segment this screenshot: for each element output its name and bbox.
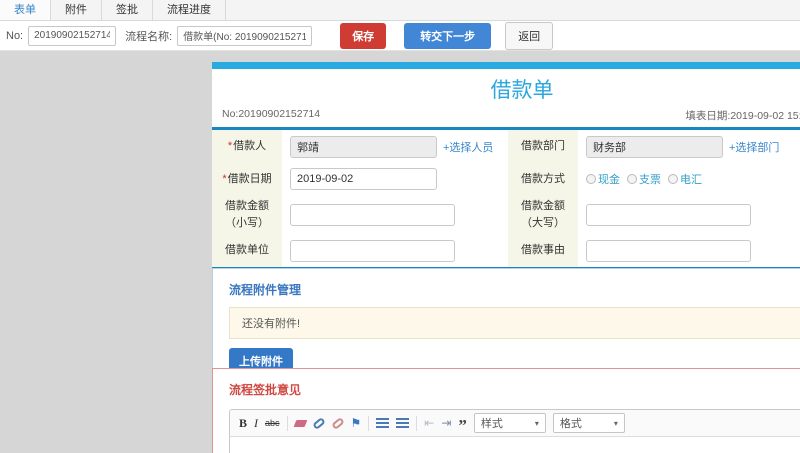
- loan-unit-input[interactable]: [290, 239, 455, 262]
- tab-approval[interactable]: 签批: [102, 0, 153, 20]
- approval-section-title: 流程签批意见: [229, 383, 302, 397]
- department-input[interactable]: [586, 135, 723, 158]
- loan-reason-label: 借款事由: [508, 234, 578, 267]
- editor-toolbar: B I abc ⚑ ⇤ ⇥ ” 样式 ▾ 格式 ▾: [230, 410, 800, 437]
- bulleted-list-icon[interactable]: [396, 417, 410, 429]
- loan-unit-label: 借款单位: [212, 234, 282, 267]
- form-grid: *借款人 +选择人员 借款部门 +选择部门 *借款日期 借款方式: [212, 130, 800, 267]
- loan-form-panel: 借款单 No:20190902152714 填表日期:2019-09-02 15…: [212, 62, 800, 271]
- form-title: 借款单: [490, 79, 554, 102]
- no-attachments-alert: 还没有附件!: [229, 307, 800, 339]
- no-input[interactable]: [28, 25, 117, 46]
- chevron-down-icon: ▾: [534, 418, 539, 428]
- decrease-indent-icon[interactable]: ⇤: [424, 416, 434, 430]
- department-label: 借款部门: [508, 130, 578, 163]
- radio-button-icon[interactable]: [627, 174, 637, 184]
- toolbar-separator: [416, 415, 418, 431]
- styles-dropdown[interactable]: 样式 ▾: [473, 413, 546, 433]
- radio-button-icon[interactable]: [668, 174, 678, 184]
- save-button[interactable]: 保存: [340, 22, 387, 49]
- rich-text-editor: B I abc ⚑ ⇤ ⇥ ” 样式 ▾ 格式 ▾: [229, 409, 800, 453]
- attachments-section-title: 流程附件管理: [229, 283, 302, 297]
- unlink-icon[interactable]: [330, 416, 345, 430]
- borrower-input[interactable]: [290, 135, 437, 158]
- increase-indent-icon[interactable]: ⇥: [441, 416, 451, 430]
- approval-panel: 流程签批意见 B I abc ⚑ ⇤ ⇥ ” 样式 ▾ 格式 ▾: [212, 368, 800, 453]
- page-background: 借款单 No:20190902152714 填表日期:2019-09-02 15…: [0, 51, 800, 453]
- strikethrough-icon[interactable]: abc: [265, 418, 280, 428]
- radio-cheque[interactable]: 支票: [627, 171, 661, 187]
- amount-uppercase-input[interactable]: [586, 203, 751, 226]
- anchor-flag-icon[interactable]: ⚑: [351, 416, 362, 430]
- italic-icon[interactable]: I: [254, 416, 258, 431]
- toolbar-separator: [368, 415, 370, 431]
- select-person-link[interactable]: +选择人员: [443, 139, 493, 155]
- loan-reason-input[interactable]: [586, 239, 751, 262]
- amount-lowercase-label: 借款金额（小写）: [212, 195, 282, 234]
- loan-method-radio-group: 现金 支票 电汇: [586, 171, 702, 187]
- format-dropdown[interactable]: 格式 ▾: [552, 413, 625, 433]
- no-label: No:: [6, 29, 24, 42]
- radio-wire-transfer[interactable]: 电汇: [668, 171, 702, 187]
- tab-progress[interactable]: 流程进度: [153, 0, 226, 20]
- tab-form[interactable]: 表单: [0, 0, 51, 20]
- toolbar-separator: [286, 415, 288, 431]
- form-no-text: No:20190902152714: [222, 108, 321, 120]
- form-date-text: 填表日期:2019-09-02 15:27:1: [685, 110, 800, 122]
- action-bar: No: 流程名称: 保存 转交下一步 返回: [0, 21, 800, 51]
- tab-attachments[interactable]: 附件: [51, 0, 102, 20]
- select-department-link[interactable]: +选择部门: [729, 139, 779, 155]
- numbered-list-icon[interactable]: [376, 417, 390, 429]
- chevron-down-icon: ▾: [613, 418, 618, 428]
- remove-format-icon[interactable]: [293, 419, 307, 427]
- form-meta-row: No:20190902152714 填表日期:2019-09-02 15:27:…: [212, 106, 800, 127]
- insert-link-icon[interactable]: [311, 416, 326, 430]
- borrower-label: *借款人: [212, 130, 282, 163]
- radio-button-icon[interactable]: [586, 174, 596, 184]
- back-button[interactable]: 返回: [505, 21, 554, 50]
- amount-uppercase-label: 借款金额（大写）: [508, 195, 578, 234]
- loan-date-label: *借款日期: [212, 163, 282, 195]
- editor-content-area[interactable]: [230, 437, 800, 453]
- radio-cash[interactable]: 现金: [586, 171, 620, 187]
- tab-bar: 表单 附件 签批 流程进度: [0, 0, 800, 21]
- amount-lowercase-input[interactable]: [290, 203, 455, 226]
- required-mark: *: [222, 172, 227, 185]
- bold-icon[interactable]: B: [239, 416, 247, 431]
- panel-top-accent-bar: [212, 62, 800, 69]
- forward-next-step-button[interactable]: 转交下一步: [404, 22, 492, 49]
- flow-name-label: 流程名称:: [125, 30, 173, 43]
- attachments-panel: 流程附件管理 还没有附件! 上传附件: [212, 268, 800, 384]
- loan-method-label: 借款方式: [508, 163, 578, 195]
- required-mark: *: [227, 140, 233, 153]
- blockquote-icon[interactable]: ”: [458, 415, 467, 434]
- flow-name-input[interactable]: [177, 25, 313, 46]
- loan-date-input[interactable]: [290, 168, 437, 190]
